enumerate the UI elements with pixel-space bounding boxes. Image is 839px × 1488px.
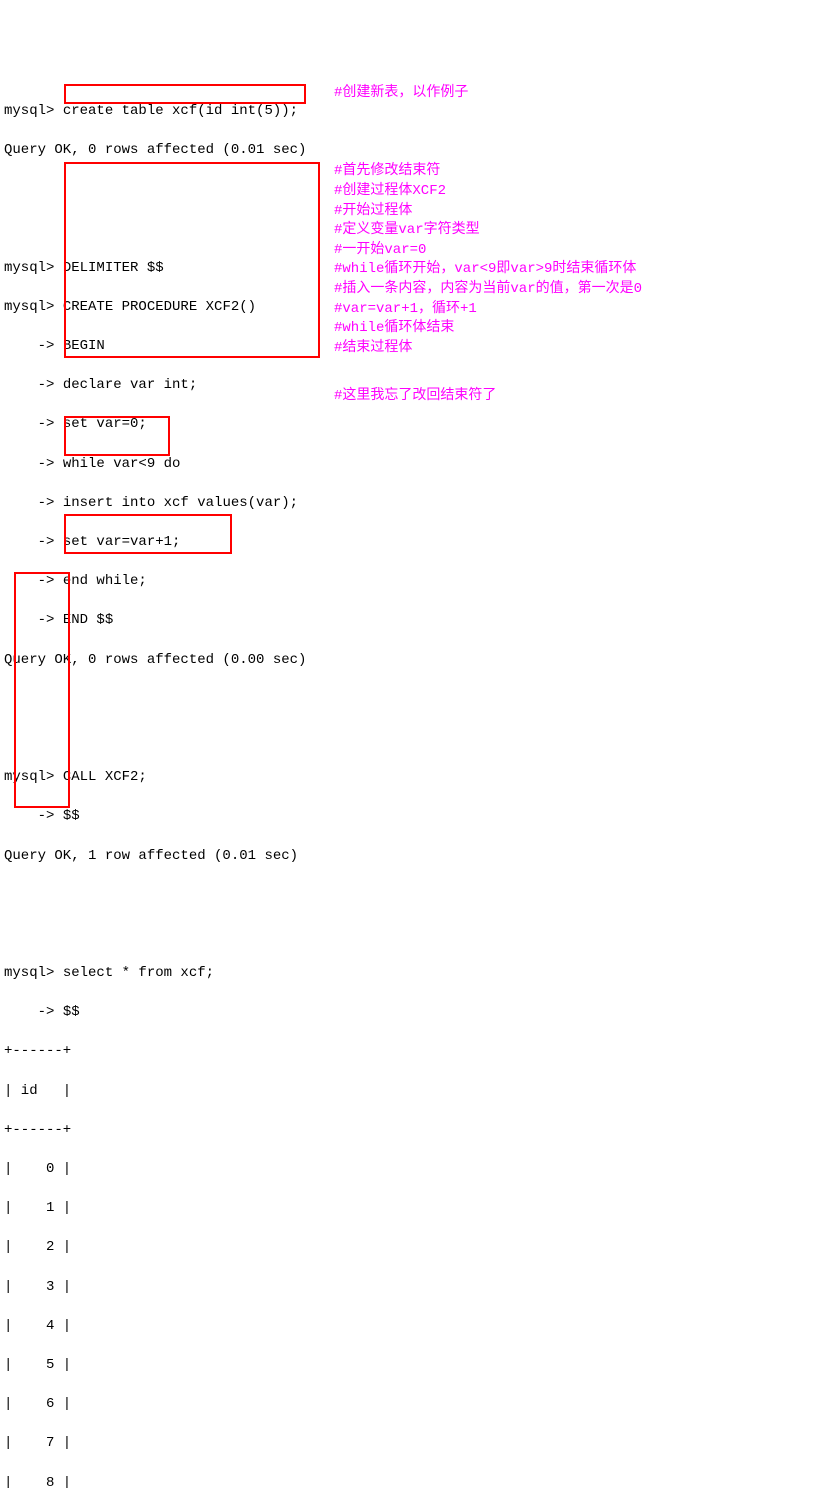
mysql-prompt: mysql> xyxy=(4,103,63,119)
call-line-1: mysql> CALL XCF2; xyxy=(4,768,835,788)
highlight-box-results xyxy=(14,572,70,808)
proc-line-10: -> END $$ xyxy=(4,611,835,631)
comment-forgot: #这里我忘了改回结束符了 xyxy=(334,387,496,407)
line-create-table: mysql> create table xcf(id int(5)); xyxy=(4,102,835,122)
table-row: | 1 | xyxy=(4,1199,835,1219)
continuation-prompt: -> xyxy=(4,534,63,550)
continuation-prompt: -> xyxy=(4,377,63,393)
table-row: | 7 | xyxy=(4,1434,835,1454)
continuation-prompt: -> xyxy=(4,456,63,472)
blank-line xyxy=(4,729,835,749)
query-ok-3: Query OK, 1 row affected (0.01 sec) xyxy=(4,847,835,867)
while-cmd: while var<9 do xyxy=(63,456,181,472)
query-ok-1: Query OK, 0 rows affected (0.01 sec) xyxy=(4,141,835,161)
call-cmd: CALL XCF2; xyxy=(63,769,147,785)
query-ok-2: Query OK, 0 rows affected (0.00 sec) xyxy=(4,651,835,671)
comment-delimiter: #首先修改结束符 xyxy=(334,162,440,182)
continuation-prompt: -> xyxy=(4,808,63,824)
mysql-prompt: mysql> xyxy=(4,299,63,315)
call-line-2: -> $$ xyxy=(4,807,835,827)
create-table-cmd: create table xcf(id int(5)); xyxy=(63,103,298,119)
blank-line xyxy=(4,690,835,710)
continuation-prompt: -> xyxy=(4,338,63,354)
table-border-top: +------+ xyxy=(4,1042,835,1062)
continuation-prompt: -> xyxy=(4,1004,63,1020)
comment-begin: #开始过程体 xyxy=(334,202,412,222)
table-row: | 8 | xyxy=(4,1474,835,1488)
comment-declare: #定义变量var字符类型 xyxy=(334,221,480,241)
table-row: | 3 | xyxy=(4,1278,835,1298)
proc-line-9: -> end while; xyxy=(4,572,835,592)
select-line-1: mysql> select * from xcf; xyxy=(4,964,835,984)
continuation-prompt: -> xyxy=(4,495,63,511)
mysql-prompt: mysql> xyxy=(4,260,63,276)
comment-inc: #var=var+1，循环+1 xyxy=(334,300,477,320)
end-cmd: END $$ xyxy=(63,612,113,628)
declare-cmd: declare var int; xyxy=(63,377,197,393)
comment-create-table: #创建新表，以作例子 xyxy=(334,84,468,104)
comment-while: #while循环开始，var<9即var>9时结束循环体 xyxy=(334,260,636,280)
table-row: | 0 | xyxy=(4,1160,835,1180)
terminal-output: mysql> create table xcf(id int(5)); Quer… xyxy=(4,82,835,1488)
end-while-cmd: end while; xyxy=(63,573,147,589)
highlight-box-call xyxy=(64,416,170,456)
continuation-prompt: -> xyxy=(4,416,63,432)
insert-cmd: insert into xcf values(var); xyxy=(63,495,298,511)
table-row: | 5 | xyxy=(4,1356,835,1376)
table-row: | 6 | xyxy=(4,1395,835,1415)
proc-line-6: -> while var<9 do xyxy=(4,455,835,475)
delimiter-end: $$ xyxy=(63,808,80,824)
select-cmd: select * from xcf; xyxy=(63,965,214,981)
highlight-box-select xyxy=(64,514,232,554)
table-row: | 4 | xyxy=(4,1317,835,1337)
comment-endwhile: #while循环体结束 xyxy=(334,319,454,339)
blank-line xyxy=(4,925,835,945)
table-header: | id | xyxy=(4,1082,835,1102)
comment-create-proc: #创建过程体XCF2 xyxy=(334,182,446,202)
comment-end: #结束过程体 xyxy=(334,339,412,359)
highlight-box-procedure xyxy=(64,162,320,358)
blank-line xyxy=(4,886,835,906)
highlight-box-create xyxy=(64,84,306,104)
comment-insert: #插入一条内容，内容为当前var的值，第一次是0 xyxy=(334,280,642,300)
proc-line-7: -> insert into xcf values(var); xyxy=(4,494,835,514)
mysql-prompt: mysql> xyxy=(4,965,63,981)
table-border-mid: +------+ xyxy=(4,1121,835,1141)
select-line-2: -> $$ xyxy=(4,1003,835,1023)
table-row: | 2 | xyxy=(4,1238,835,1258)
delimiter-end: $$ xyxy=(63,1004,80,1020)
comment-setvar: #一开始var=0 xyxy=(334,241,426,261)
